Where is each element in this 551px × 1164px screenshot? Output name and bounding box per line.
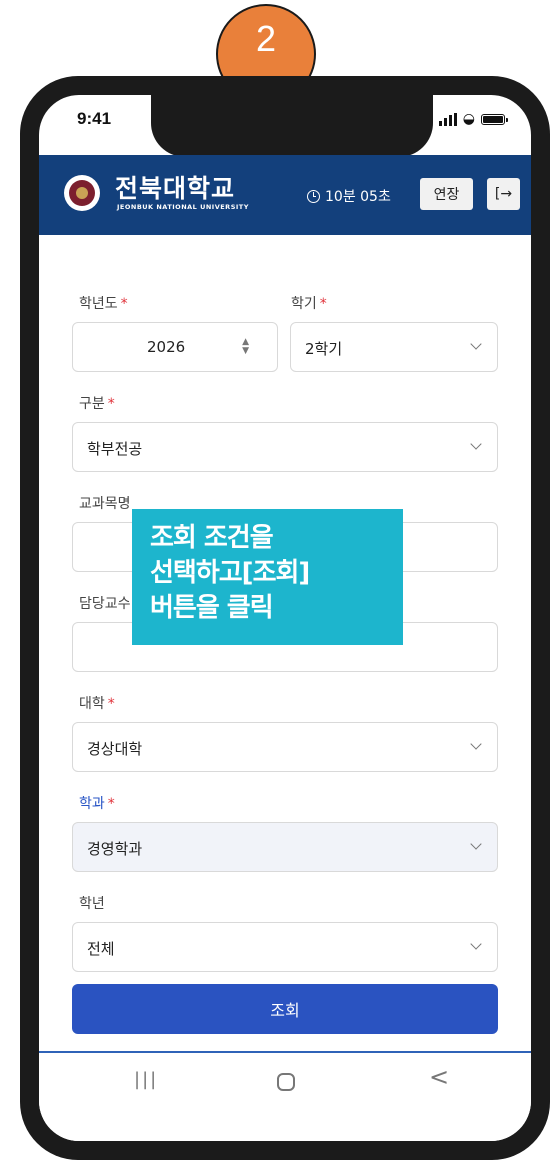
semester-label-text: 학기	[291, 296, 317, 312]
back-icon[interactable]: <	[429, 1063, 449, 1091]
status-time: 9:41	[77, 109, 112, 128]
grade-label: 학년	[79, 896, 105, 912]
grade-value: 전체	[87, 940, 115, 958]
year-label: 학년도 *	[79, 293, 128, 313]
category-value: 학부전공	[87, 440, 143, 458]
chevron-down-icon	[470, 838, 482, 850]
semester-value: 2학기	[305, 340, 343, 358]
stepper-arrows-icon[interactable]: ▲ ▼	[242, 338, 249, 356]
category-label-text: 구분	[79, 396, 105, 412]
callout-line-3: 버튼을 클릭	[150, 593, 274, 623]
department-label-text: 학과	[79, 796, 105, 812]
department-label: 학과 *	[79, 793, 115, 813]
screen-bottom	[39, 1113, 531, 1141]
chevron-down-icon	[470, 738, 482, 750]
category-label: 구분 *	[79, 393, 115, 413]
semester-select[interactable]: 2학기	[290, 322, 498, 372]
logo-name: 전북대학교	[115, 174, 236, 203]
required-mark: *	[107, 396, 115, 412]
search-button[interactable]: 조회	[72, 984, 498, 1034]
instruction-callout: 조회 조건을 선택하고[조회] 버튼을 클릭	[132, 509, 403, 645]
chevron-down-icon	[470, 338, 482, 350]
callout-line-2: 선택하고[조회]	[150, 558, 310, 588]
required-mark: *	[120, 296, 128, 312]
college-label: 대학 *	[79, 693, 115, 713]
battery-icon	[481, 113, 508, 125]
department-select[interactable]: 경영학과	[72, 822, 498, 872]
professor-label: 담당교수	[79, 596, 131, 612]
college-value: 경상대학	[87, 740, 143, 758]
semester-label: 학기 *	[291, 293, 327, 313]
required-mark: *	[319, 296, 327, 312]
home-icon[interactable]	[277, 1073, 295, 1091]
year-value: 2026	[147, 338, 186, 356]
chevron-down-icon	[470, 938, 482, 950]
course-label: 교과목명	[79, 496, 131, 512]
university-seal-icon	[64, 175, 100, 211]
phone-notch	[151, 95, 433, 157]
college-select[interactable]: 경상대학	[72, 722, 498, 772]
session-timer: 10분 05초	[307, 186, 391, 206]
chevron-down-icon	[470, 438, 482, 450]
year-stepper[interactable]: 2026 ▲ ▼	[72, 322, 278, 372]
logo-subtitle: JEONBUK NATIONAL UNIVERSITY	[117, 203, 249, 211]
required-mark: *	[107, 696, 115, 712]
category-select[interactable]: 학부전공	[72, 422, 498, 472]
callout-line-1: 조회 조건을	[150, 523, 274, 553]
clock-icon	[307, 189, 320, 203]
logout-button[interactable]: [→	[487, 178, 520, 210]
year-label-text: 학년도	[79, 296, 118, 312]
signal-icon	[438, 112, 457, 126]
session-timer-text: 10분 05초	[325, 189, 391, 205]
android-navbar: ||| <	[39, 1053, 531, 1113]
recent-apps-icon[interactable]: |||	[134, 1069, 158, 1090]
grade-select[interactable]: 전체	[72, 922, 498, 972]
extend-session-button[interactable]: 연장	[420, 178, 473, 210]
status-icons: ◒	[438, 111, 508, 127]
required-mark: *	[107, 796, 115, 812]
wifi-icon: ◒	[462, 111, 475, 127]
college-label-text: 대학	[79, 696, 105, 712]
department-value: 경영학과	[87, 840, 143, 858]
app-header: 전북대학교 JEONBUK NATIONAL UNIVERSITY 10분 05…	[39, 155, 531, 235]
logout-icon: [→	[494, 186, 513, 202]
